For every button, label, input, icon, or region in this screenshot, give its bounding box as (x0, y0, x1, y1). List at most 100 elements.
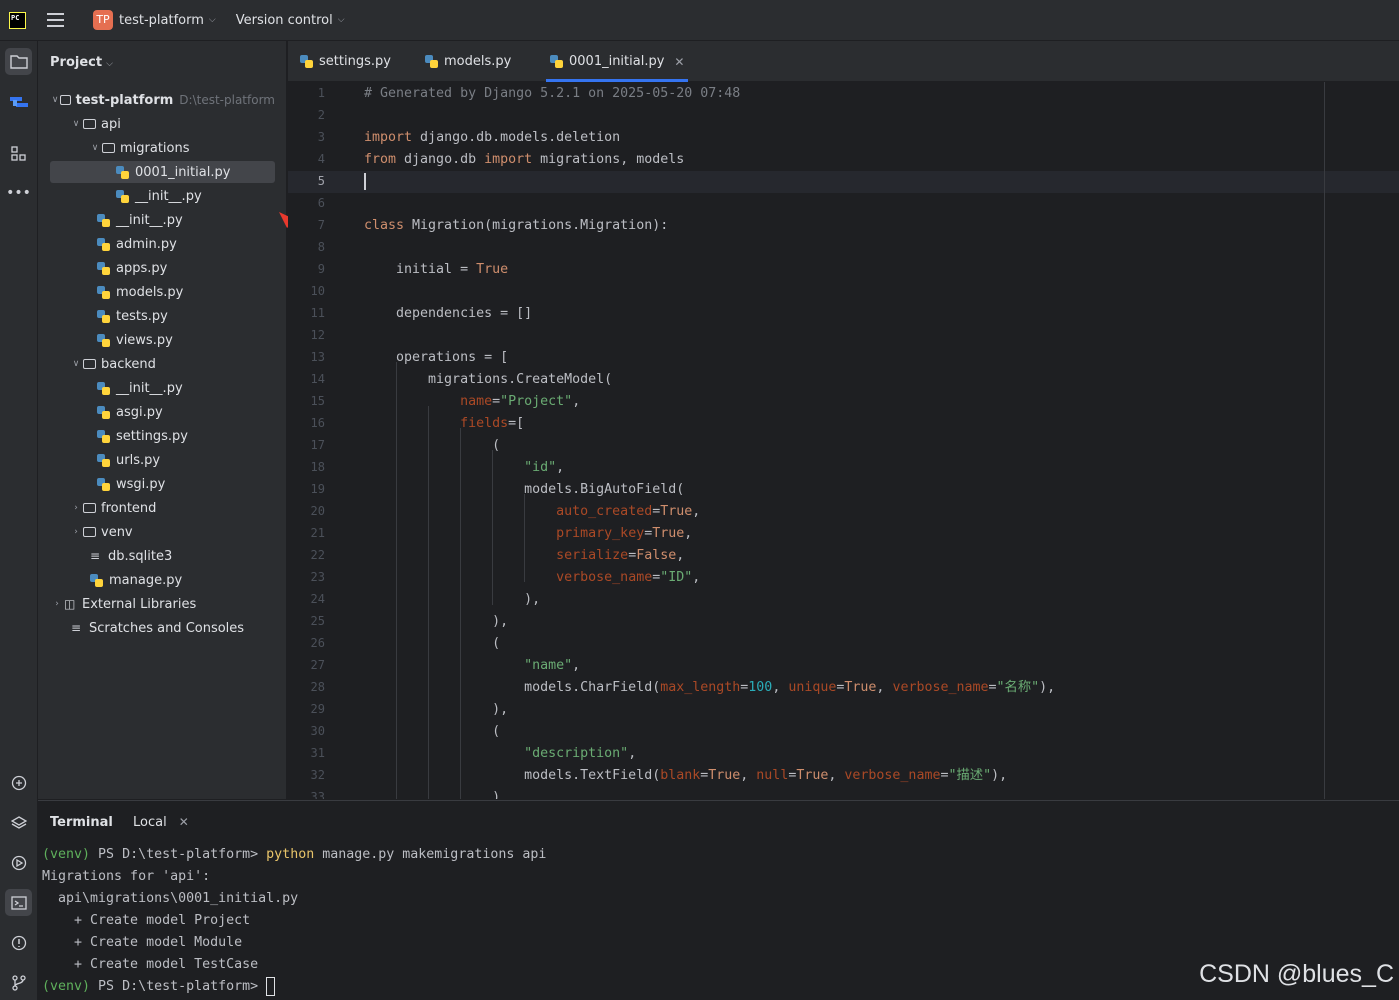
tree-item-manage[interactable]: manage.py (50, 569, 275, 591)
more-icon[interactable]: ••• (5, 179, 32, 206)
terminal-title[interactable]: Terminal (50, 815, 113, 830)
tree-item-wsgi[interactable]: wsgi.py (50, 473, 275, 495)
project-folder-icon[interactable] (5, 48, 32, 75)
version-control-menu[interactable]: Version control (236, 13, 333, 28)
tab-settings-py[interactable]: settings.py (300, 41, 391, 82)
tree-item-admin[interactable]: admin.py (50, 233, 275, 255)
tree-item-models[interactable]: models.py (50, 281, 275, 303)
code-line-27: "name", (524, 658, 581, 673)
line-number[interactable]: 1 (288, 86, 325, 100)
tree-item-db[interactable]: ≡ db.sqlite3 (50, 545, 275, 567)
line-number[interactable]: 13 (288, 350, 325, 364)
tree-item-tests[interactable]: tests.py (50, 305, 275, 327)
line-number[interactable]: 32 (288, 768, 325, 782)
line-number[interactable]: 9 (288, 262, 325, 276)
line-number[interactable]: 14 (288, 372, 325, 386)
library-icon: ◫ (64, 597, 76, 611)
line-number[interactable]: 15 (288, 394, 325, 408)
structure-icon[interactable] (5, 88, 32, 115)
code-line-17: ( (364, 438, 501, 453)
tree-item-backend-init[interactable]: __init__.py (50, 377, 275, 399)
line-number[interactable]: 24 (288, 592, 325, 606)
project-switcher[interactable]: test-platform (119, 13, 204, 28)
plugins-icon[interactable] (5, 140, 32, 167)
terminal-tab-local[interactable]: Local ✕ (133, 815, 189, 830)
python-file-icon (97, 333, 110, 347)
chevron-right-icon[interactable]: › (69, 527, 83, 537)
tree-item-backend[interactable]: ∨ backend (50, 353, 275, 375)
project-panel-title[interactable]: Project ⌵ (50, 55, 113, 70)
python-packages-icon[interactable] (5, 809, 32, 836)
tree-item-label: migrations (120, 140, 190, 156)
line-number[interactable]: 19 (288, 482, 325, 496)
services-icon[interactable] (5, 849, 32, 876)
line-number[interactable]: 4 (288, 152, 325, 166)
tree-item-frontend[interactable]: › frontend (50, 497, 275, 519)
line-number[interactable]: 25 (288, 614, 325, 628)
line-number[interactable]: 17 (288, 438, 325, 452)
pycharm-logo-icon[interactable]: PC (9, 11, 26, 29)
line-number[interactable]: 6 (288, 196, 325, 210)
line-number[interactable]: 22 (288, 548, 325, 562)
tree-item-scratches[interactable]: ≡ Scratches and Consoles (50, 617, 275, 639)
tree-item-views[interactable]: views.py (50, 329, 275, 351)
main-menu-icon[interactable] (47, 13, 64, 27)
package-folder-icon (102, 143, 115, 153)
line-number[interactable]: 29 (288, 702, 325, 716)
chevron-right-icon[interactable]: › (69, 503, 83, 513)
line-number[interactable]: 10 (288, 284, 325, 298)
line-number[interactable]: 30 (288, 724, 325, 738)
tree-item-venv[interactable]: › venv (50, 521, 275, 543)
chevron-right-icon[interactable]: › (50, 599, 64, 609)
tree-item-migrations[interactable]: ∨ migrations (50, 137, 275, 159)
tree-item-api-init[interactable]: __init__.py (50, 209, 275, 231)
tab-models-py[interactable]: models.py (425, 41, 511, 82)
line-number[interactable]: 2 (288, 108, 325, 122)
line-number-gutter[interactable]: 1 2 3 4 5 6 7 8 9 10 11 12 13 14 15 16 17 18 19 20 21 22 23 24 2… (288, 82, 338, 799)
line-number[interactable]: 21 (288, 526, 325, 540)
chevron-down-icon[interactable]: ∨ (69, 119, 83, 129)
git-branch-icon[interactable] (5, 969, 32, 996)
python-console-icon[interactable] (5, 769, 32, 796)
close-icon[interactable]: ✕ (179, 815, 189, 829)
tab-0001-initial-py[interactable]: 0001_initial.py ✕ (545, 41, 689, 82)
tree-item-urls[interactable]: urls.py (50, 449, 275, 471)
python-file-icon (97, 405, 110, 419)
terminal-output-line: api\migrations\0001_initial.py (42, 891, 299, 906)
close-icon[interactable]: ✕ (674, 55, 684, 69)
code-editor[interactable]: 1 2 3 4 5 6 7 8 9 10 11 12 13 14 15 16 17 18 19 20 21 22 23 24 2… (288, 82, 1399, 799)
tree-item-0001-initial[interactable]: 0001_initial.py (50, 161, 275, 183)
chevron-down-icon[interactable]: ∨ (69, 359, 83, 369)
line-number[interactable]: 11 (288, 306, 325, 320)
line-number[interactable]: 3 (288, 130, 325, 144)
tree-item-apps[interactable]: apps.py (50, 257, 275, 279)
line-number[interactable]: 5 (288, 174, 325, 188)
line-number[interactable]: 26 (288, 636, 325, 650)
tree-item-settings[interactable]: settings.py (50, 425, 275, 447)
tree-root[interactable]: ∨ test-platform D:\test-platform (50, 89, 275, 111)
line-number[interactable]: 20 (288, 504, 325, 518)
line-number[interactable]: 33 (288, 790, 325, 799)
tree-item-asgi[interactable]: asgi.py (50, 401, 275, 423)
line-number[interactable]: 31 (288, 746, 325, 760)
terminal-icon[interactable] (5, 889, 32, 916)
terminal-prompt-line[interactable]: (venv) PS D:\test-platform> (42, 976, 276, 998)
line-number[interactable]: 7 (288, 218, 325, 232)
line-number[interactable]: 23 (288, 570, 325, 584)
tree-item-external-libraries[interactable]: › ◫ External Libraries (50, 593, 275, 615)
line-number[interactable]: 16 (288, 416, 325, 430)
problems-icon[interactable] (5, 929, 32, 956)
line-number[interactable]: 8 (288, 240, 325, 254)
line-number[interactable]: 12 (288, 328, 325, 342)
code-line-4: from django.db import migrations, models (364, 152, 685, 167)
code-line-32: models.TextField(blank=True, null=True, … (364, 768, 1008, 783)
line-number[interactable]: 28 (288, 680, 325, 694)
chevron-down-icon[interactable]: ∨ (50, 95, 60, 105)
code-line-29: ), (364, 702, 509, 717)
project-badge[interactable]: TP (93, 10, 113, 30)
line-number[interactable]: 27 (288, 658, 325, 672)
tree-item-migrations-init[interactable]: __init__.py (50, 185, 275, 207)
chevron-down-icon[interactable]: ∨ (88, 143, 102, 153)
line-number[interactable]: 18 (288, 460, 325, 474)
tree-item-api[interactable]: ∨ api (50, 113, 275, 135)
